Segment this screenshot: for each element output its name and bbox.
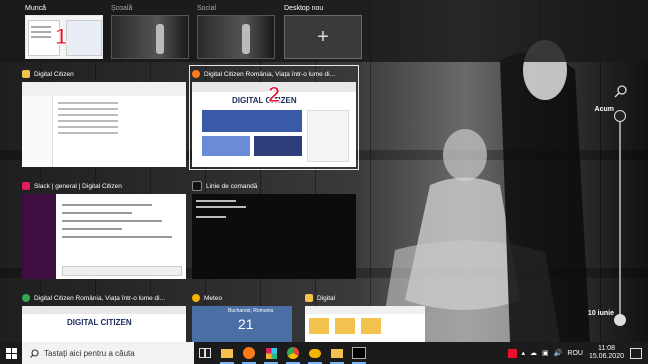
weather-icon	[309, 348, 321, 358]
taskbar-app-weather[interactable]	[304, 342, 326, 364]
chrome-icon	[22, 294, 30, 302]
timeline-date-label: 10 iunie	[587, 310, 614, 317]
window-thumbnail-cmd[interactable]: Linie de comandă	[192, 180, 356, 279]
timeline-now-knob[interactable]	[614, 110, 626, 122]
task-view-button[interactable]	[194, 342, 216, 364]
taskbar-app-explorer[interactable]	[216, 342, 238, 364]
weather-city: Bucharest, Romania	[228, 308, 274, 314]
action-center-icon[interactable]	[630, 347, 642, 359]
window-title: Meteo	[204, 294, 223, 302]
windows-icon	[5, 347, 17, 359]
slack-icon	[265, 347, 277, 359]
onedrive-icon[interactable]: ☁	[530, 349, 537, 357]
folder-icon	[331, 348, 343, 358]
taskbar-app-chrome[interactable]	[282, 342, 304, 364]
windows-start-button[interactable]	[0, 342, 22, 364]
window-title: Digital Citizen	[34, 70, 74, 78]
file-explorer-icon	[221, 348, 233, 358]
language-indicator[interactable]: ROU	[567, 350, 583, 357]
taskbar-app-folder[interactable]	[326, 342, 348, 364]
window-preview[interactable]: DIGITAL CITIZEN 2	[192, 82, 356, 167]
desktop-thumbnail[interactable]: 1	[25, 15, 103, 59]
taskbar-search-box[interactable]: Tastați aici pentru a căuta	[22, 342, 194, 364]
desktop-item-social[interactable]: Social	[197, 4, 275, 59]
weather-temp: 21	[238, 316, 254, 332]
cmd-icon	[192, 181, 202, 191]
window-preview[interactable]: Bucharest, Romania 21	[192, 306, 292, 342]
window-thumbnail-slack[interactable]: Slack | general | Digital Citizen	[22, 180, 186, 279]
virtual-desktops-bar: Muncă 1 Școală Social Desktop nou +	[0, 0, 648, 62]
search-placeholder: Tastați aici pentru a căuta	[44, 348, 135, 358]
desktop-label: Muncă	[25, 5, 47, 12]
search-icon[interactable]	[614, 84, 628, 98]
firefox-icon	[192, 70, 200, 78]
search-icon	[30, 348, 39, 358]
volume-icon[interactable]: 🔊	[554, 349, 563, 357]
desktop-label: Desktop nou	[284, 5, 324, 12]
timeline-track[interactable]	[619, 114, 621, 324]
desktop-thumbnail[interactable]	[197, 15, 275, 59]
taskbar-app-firefox[interactable]	[238, 342, 260, 364]
window-preview[interactable]: DIGITAL CITIZEN	[22, 306, 186, 342]
timeline-scrollbar[interactable]: Acum 10 iunie	[588, 84, 632, 326]
window-preview[interactable]	[22, 82, 186, 167]
window-title: Digital Citizen România, Viața într-o lu…	[204, 70, 336, 78]
clock-date: 15.06.2020	[588, 353, 624, 360]
folder-icon	[305, 294, 313, 302]
taskbar: Tastați aici pentru a căuta ▴ ☁ ▣ 🔊 ROU …	[0, 342, 648, 364]
plus-icon[interactable]: +	[284, 15, 362, 59]
site-logo: DIGITAL CITIZEN	[67, 318, 132, 327]
window-preview[interactable]	[192, 194, 356, 279]
desktop-thumbnail[interactable]	[111, 15, 189, 59]
weather-icon	[192, 294, 200, 302]
chrome-icon	[287, 347, 299, 359]
timeline-now-label: Acum	[594, 106, 614, 113]
window-title: Slack | general | Digital Citizen	[34, 182, 122, 190]
network-icon[interactable]: ▣	[542, 349, 549, 357]
window-thumbnail-folder[interactable]: Digital	[305, 292, 425, 342]
taskbar-app-cmd[interactable]	[348, 342, 370, 364]
firefox-icon	[243, 347, 255, 359]
desktop-item-scoala[interactable]: Școală	[111, 4, 189, 59]
desktop-label: Social	[197, 5, 217, 12]
window-thumbnail-explorer[interactable]: Digital Citizen	[22, 68, 186, 167]
window-preview[interactable]	[22, 194, 186, 279]
desktop-item-munca[interactable]: Muncă 1	[25, 4, 103, 59]
slack-icon	[22, 182, 30, 190]
task-view-icon	[199, 348, 211, 358]
timeline-date-knob[interactable]	[614, 314, 626, 326]
window-title: Linie de comandă	[206, 182, 258, 190]
window-preview[interactable]	[305, 306, 425, 342]
system-tray: ▴ ☁ ▣ 🔊 ROU 11:08 15.06.2020	[507, 342, 648, 364]
site-logo: DIGITAL CITIZEN	[232, 96, 297, 105]
file-explorer-icon	[22, 70, 30, 78]
window-badge: 2	[267, 82, 281, 107]
cmd-icon	[352, 347, 366, 359]
window-title: Digital Citizen România, Viața într-o lu…	[34, 294, 166, 302]
people-icon[interactable]: ▴	[522, 349, 526, 357]
window-title: Digital	[317, 294, 336, 302]
taskbar-app-slack[interactable]	[260, 342, 282, 364]
window-thumbnail-firefox[interactable]: Digital Citizen România, Viața într-o lu…	[189, 65, 359, 170]
window-thumbnail-chrome[interactable]: Digital Citizen România, Viața într-o lu…	[22, 292, 186, 342]
desktop-label: Școală	[111, 5, 133, 12]
window-thumbnail-weather[interactable]: Meteo Bucharest, Romania 21	[192, 292, 292, 342]
clock[interactable]: 11:08 15.06.2020	[589, 345, 624, 361]
desktop-badge: 1	[54, 24, 68, 49]
clock-time: 11:08	[597, 345, 615, 352]
notification-badge-icon[interactable]	[507, 348, 517, 358]
new-desktop-button[interactable]: Desktop nou +	[284, 4, 362, 59]
